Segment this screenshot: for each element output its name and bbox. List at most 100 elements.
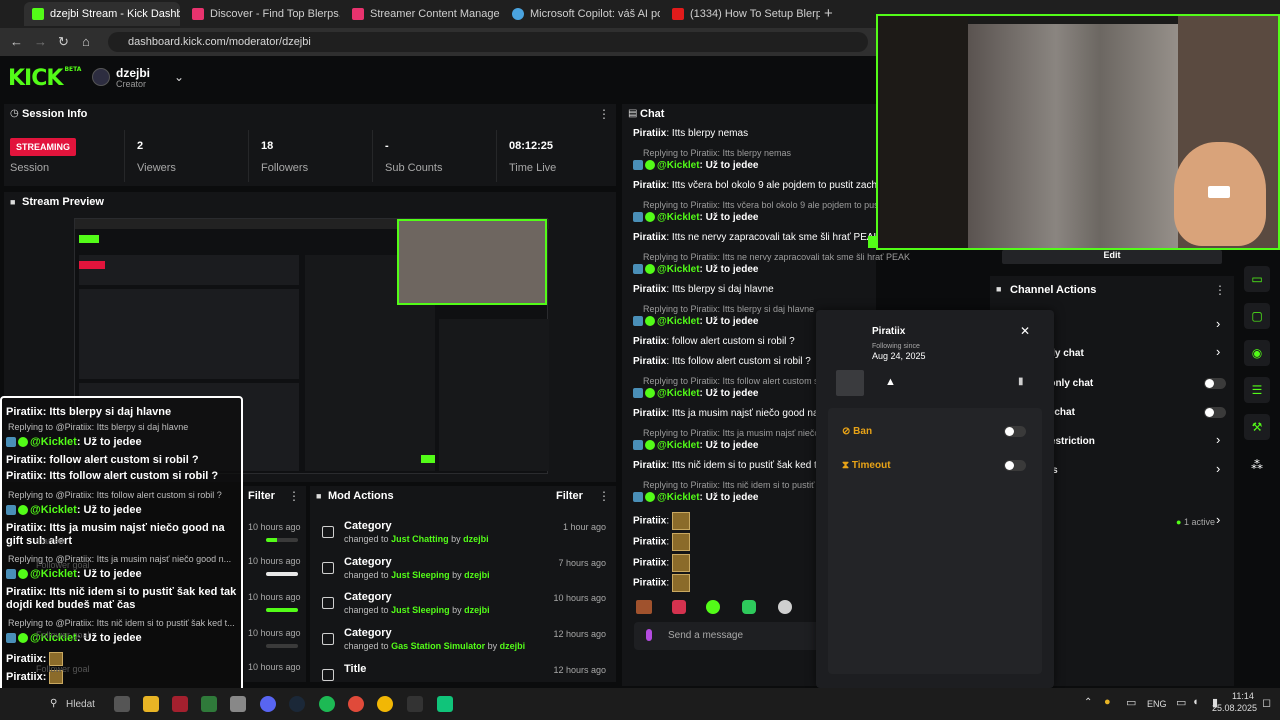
chat-message[interactable]: Piratiix: follow alert custom si robil ?	[633, 336, 795, 347]
chevron-right-icon[interactable]: ›	[1216, 461, 1220, 476]
chevron-right-icon[interactable]: ›	[1216, 316, 1220, 331]
reload-icon[interactable]: ↻	[58, 34, 69, 50]
chevron-right-icon[interactable]: ›	[1216, 432, 1220, 447]
more-options-icon[interactable]: ⋮	[598, 107, 610, 121]
app-icon[interactable]	[437, 696, 453, 712]
app-icon[interactable]	[172, 696, 188, 712]
broadcast-icon[interactable]: ◉	[1244, 340, 1270, 366]
ban-option[interactable]: ⊘ Ban	[842, 426, 872, 437]
chat-message[interactable]: @Kicklet: Už to jedee	[633, 492, 758, 503]
chevron-up-icon[interactable]: ⌃	[1084, 697, 1092, 708]
taskbar-search[interactable]: Hledat	[66, 699, 95, 710]
toggle-switch[interactable]	[1204, 407, 1226, 418]
chat-message[interactable]: Piratiix:	[633, 554, 690, 572]
avatar[interactable]	[92, 68, 110, 86]
timeout-toggle[interactable]	[1004, 460, 1026, 471]
url-field[interactable]: dashboard.kick.com/moderator/dzejbi	[108, 32, 868, 52]
shield-icon: ■	[316, 491, 322, 501]
chevron-right-icon[interactable]: ›	[1216, 344, 1220, 359]
edit-button[interactable]: Edit	[1002, 250, 1222, 264]
panel-title: Chat	[640, 108, 665, 120]
chat-message[interactable]: Piratiix: Itts včera bol okolo 9 ale poj…	[633, 180, 893, 191]
more-options-icon[interactable]: ⋮	[288, 489, 300, 503]
steam-icon[interactable]	[289, 696, 305, 712]
settings-icon[interactable]	[114, 696, 130, 712]
ban-toggle[interactable]	[1004, 426, 1026, 437]
browser-tab[interactable]: (1334) How To Setup Blerp Aler ✕	[664, 2, 820, 26]
mod-action-item: Category changed to Gas Station Simulato…	[310, 627, 616, 663]
chrome-active-icon[interactable]	[377, 696, 393, 712]
users-icon[interactable]: ⁂	[1244, 452, 1270, 478]
chat-message[interactable]: Piratiix: Itts blerpy nemas	[633, 128, 748, 139]
chat-message[interactable]: @Kicklet: Už to jedee	[633, 440, 758, 451]
browser-tab[interactable]: Discover - Find Top Blerps, Strea ✕	[184, 2, 340, 26]
more-options-icon[interactable]: ⋮	[598, 489, 610, 503]
chat-message[interactable]: Piratiix: Itts blerpy si daj hlavne	[633, 284, 774, 295]
emote-button[interactable]	[706, 600, 720, 614]
monitor-icon[interactable]: ▭	[1176, 696, 1186, 709]
chat-reply: Replying to Piratiix: Itts nič idem si t…	[643, 480, 831, 490]
chat-message[interactable]: @Kicklet: Už to jedee	[633, 212, 758, 223]
home-icon[interactable]: ⌂	[82, 34, 90, 49]
emote-button[interactable]	[742, 600, 756, 614]
chat-input[interactable]: Send a message	[634, 622, 824, 650]
category-icon	[322, 526, 334, 538]
chat-message[interactable]: Piratiix: Itts ne nervy zapracovali tak …	[633, 232, 880, 243]
chat-message[interactable]: Piratiix:	[633, 512, 690, 530]
blerp-favicon-icon	[352, 8, 364, 20]
panel-title: Session Info	[22, 108, 88, 120]
chat-message[interactable]: @Kicklet: Už to jedee	[633, 264, 758, 275]
keyboard-icon[interactable]: ▭	[1126, 696, 1136, 709]
copilot-favicon-icon	[512, 8, 524, 20]
wrench-icon[interactable]: ⚒	[1244, 414, 1270, 440]
filter-button[interactable]: Filter	[248, 490, 275, 502]
close-icon[interactable]: ✕	[1020, 324, 1030, 338]
chat-message[interactable]: Piratiix: Itts follow alert custom si ro…	[633, 356, 811, 367]
back-icon[interactable]: ←	[10, 34, 23, 49]
emote-button[interactable]	[636, 600, 652, 614]
mic-tray-icon[interactable]: ●	[1104, 696, 1111, 708]
kick-logo[interactable]: KICK BETA	[8, 66, 81, 91]
chevron-down-icon[interactable]: ⌄	[174, 70, 184, 84]
ghost-text: Follower goal	[36, 664, 90, 674]
chat-message[interactable]: @Kicklet: Už to jedee	[633, 160, 758, 171]
more-options-icon[interactable]: ⋮	[1214, 283, 1226, 297]
browser-tab[interactable]: dzejbi Stream - Kick Dashboard ✕	[24, 2, 180, 26]
language-indicator[interactable]: ENG	[1147, 699, 1167, 709]
chat-message[interactable]: Piratiix: Itts ja musim najsť niečo good…	[633, 408, 835, 419]
new-tab-icon[interactable]: +	[824, 5, 833, 22]
toggle-switch[interactable]	[1204, 378, 1226, 389]
chat-message[interactable]: @Kicklet: Už to jedee	[633, 388, 758, 399]
chat-bubble-icon[interactable]: ▢	[1244, 303, 1270, 329]
copy-icon[interactable]: ▮	[1018, 376, 1024, 387]
chat-message[interactable]: Piratiix: Itts nič idem si to pustiť šak…	[633, 460, 841, 471]
browser-tab[interactable]: Streamer Content Manager ✕	[344, 2, 500, 26]
emote-button[interactable]	[672, 600, 686, 614]
folder-icon[interactable]	[143, 696, 159, 712]
panel-title: Mod Actions	[328, 490, 394, 502]
chrome-icon[interactable]	[348, 696, 364, 712]
chevron-right-icon[interactable]: ›	[1216, 512, 1220, 527]
volume-icon[interactable]: ◖	[1192, 696, 1199, 708]
chat-message[interactable]: Piratiix:	[633, 574, 690, 592]
clock-date[interactable]: 25.08.2025	[1212, 703, 1257, 713]
xbox-icon[interactable]	[201, 696, 217, 712]
filter-button[interactable]: Filter	[556, 490, 583, 502]
search-icon[interactable]: ⚲	[50, 698, 57, 709]
discord-icon[interactable]	[260, 696, 276, 712]
notes-icon[interactable]: ▭	[1244, 266, 1270, 292]
app-icon[interactable]	[230, 696, 246, 712]
chat-message[interactable]: @Kicklet: Už to jedee	[633, 316, 758, 327]
clock-time[interactable]: 11:14	[1232, 691, 1254, 701]
layout-icon[interactable]: ☰	[1244, 377, 1270, 403]
mouse-cursor-icon: ▲	[885, 376, 896, 388]
notification-icon[interactable]: ◻	[1262, 696, 1271, 709]
microphone-icon[interactable]	[646, 629, 652, 641]
audio-app-icon[interactable]	[407, 696, 423, 712]
browser-tab[interactable]: Microsoft Copilot: váš AI pomoc ✕	[504, 2, 660, 26]
spotify-icon[interactable]	[319, 696, 335, 712]
timeout-option[interactable]: ⧗ Timeout	[842, 460, 891, 471]
chat-message[interactable]: Piratiix:	[633, 533, 690, 551]
forward-icon[interactable]: →	[34, 34, 47, 49]
emote-button[interactable]	[778, 600, 792, 614]
